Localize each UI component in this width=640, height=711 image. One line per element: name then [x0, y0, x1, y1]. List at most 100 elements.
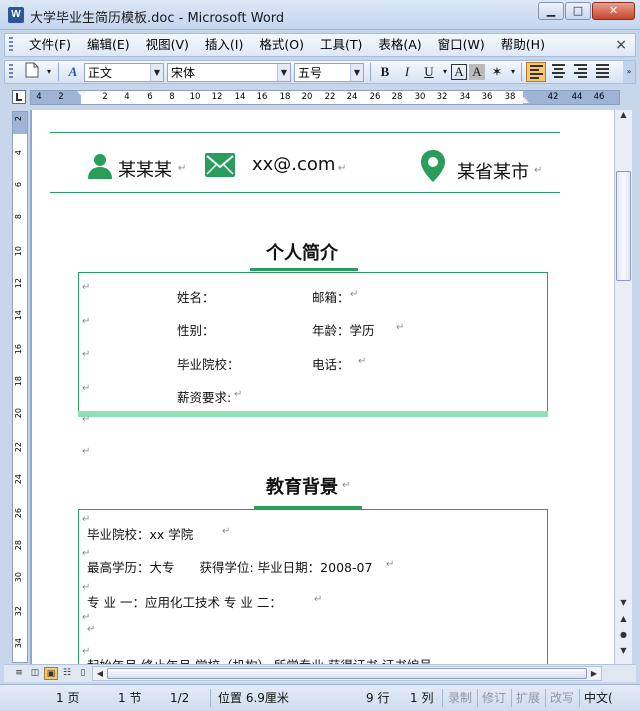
- chevron-down-icon[interactable]: ▼: [350, 63, 363, 81]
- ruler-tick-label: 8: [169, 92, 175, 102]
- edu-major: 专 业 一：应用化工技术 专 业 二：: [87, 595, 282, 610]
- scroll-left-icon[interactable]: ◀: [93, 667, 107, 680]
- previous-page-icon[interactable]: ▲: [615, 614, 632, 628]
- vruler-tick-label: 8: [14, 214, 23, 220]
- menu-tools[interactable]: 工具(T): [312, 34, 370, 56]
- menu-window[interactable]: 窗口(W): [430, 34, 493, 56]
- field-name: 姓名：: [177, 290, 215, 305]
- status-divider: [477, 689, 478, 707]
- web-layout-icon[interactable]: ◫: [28, 667, 42, 680]
- outline-view-icon[interactable]: ☷: [60, 667, 74, 680]
- vertical-scrollbar[interactable]: ▲ ▼ ▲ ● ▼: [614, 110, 632, 664]
- font-size-combo[interactable]: 五号 ▼: [294, 62, 364, 82]
- scroll-up-icon[interactable]: ▲: [615, 110, 632, 124]
- chevron-down-icon[interactable]: ▼: [150, 63, 163, 81]
- select-browse-object-icon[interactable]: ●: [615, 630, 632, 644]
- horizontal-ruler[interactable]: 4 2 2 4 6 8 10 12 14 16 18 20 22 24 26 2…: [30, 90, 620, 105]
- character-border-button[interactable]: A: [451, 64, 467, 80]
- close-button[interactable]: ✕: [592, 2, 635, 20]
- align-right-icon[interactable]: [570, 62, 590, 82]
- menu-bar: 文件(F) 编辑(E) 视图(V) 插入(I) 格式(O) 工具(T) 表格(A…: [4, 33, 636, 57]
- menu-help[interactable]: 帮助(H): [493, 34, 553, 56]
- window-controls: ▁ □ ✕: [538, 2, 635, 20]
- right-indent-marker[interactable]: [519, 97, 529, 103]
- paragraph-mark: ↵: [386, 559, 395, 570]
- field-salary: 薪资要求:: [177, 390, 232, 405]
- status-extend[interactable]: 扩展: [516, 690, 540, 707]
- status-track-changes[interactable]: 修订: [482, 690, 506, 707]
- paragraph-mark: ↵: [82, 282, 91, 293]
- effects-dropdown-icon[interactable]: ▾: [509, 62, 517, 82]
- toolbar-grip[interactable]: [9, 64, 13, 80]
- underline-dropdown-icon[interactable]: ▾: [441, 62, 449, 82]
- ruler-tick-label: 46: [593, 92, 605, 102]
- ruler-tick-label: 12: [211, 92, 223, 102]
- paragraph-mark: ↵: [82, 414, 91, 425]
- menu-insert[interactable]: 插入(I): [197, 34, 251, 56]
- status-position: 位置 6.9厘米: [218, 691, 289, 705]
- chevron-down-icon[interactable]: ▼: [277, 63, 290, 81]
- scroll-right-icon[interactable]: ▶: [587, 667, 601, 680]
- paragraph-mark: ↵: [82, 383, 91, 394]
- menu-edit[interactable]: 编辑(E): [79, 34, 138, 56]
- style-combo[interactable]: 正文 ▼: [84, 62, 164, 82]
- vruler-tick-label: 2: [14, 116, 23, 122]
- next-page-icon[interactable]: ▼: [615, 646, 632, 660]
- edu-school: 毕业院校：xx 学院: [87, 527, 194, 542]
- vruler-tick-label: 4: [14, 150, 23, 156]
- menu-file[interactable]: 文件(F): [21, 34, 79, 56]
- contact-email: xx@.com: [252, 154, 336, 175]
- vruler-tick-label: 10: [14, 246, 23, 257]
- status-divider: [210, 689, 211, 707]
- status-record[interactable]: 录制: [448, 690, 472, 707]
- horizontal-scroll-thumb[interactable]: [107, 668, 587, 679]
- underline-button[interactable]: U: [419, 62, 439, 82]
- character-shading-button[interactable]: A: [469, 64, 485, 80]
- overflow-arrow-icon[interactable]: ▾: [44, 62, 54, 82]
- align-left-icon[interactable]: [526, 62, 546, 82]
- new-document-icon[interactable]: [22, 62, 42, 82]
- field-phone: 电话：: [312, 357, 350, 372]
- scroll-down-icon[interactable]: ▼: [615, 598, 632, 612]
- menu-view[interactable]: 视图(V): [138, 34, 197, 56]
- ruler-tick-label: 2: [102, 92, 108, 102]
- justify-icon[interactable]: [592, 62, 612, 82]
- vertical-ruler[interactable]: 2 4 6 8 10 12 14 16 18 20 22 24 26 28 30…: [12, 111, 28, 663]
- ruler-tick-label: 36: [481, 92, 493, 102]
- first-line-indent-marker[interactable]: [77, 91, 87, 97]
- document-area[interactable]: 某某某 ↵ xx@.com ↵ 某省某市 ↵ 个人简介 ↵ 姓名： 邮箱： ↵ …: [30, 110, 614, 664]
- document-close-icon[interactable]: ×: [615, 37, 627, 53]
- toolbar-options-icon[interactable]: »: [623, 61, 635, 83]
- ruler-tick-label: 28: [391, 92, 403, 102]
- bold-button[interactable]: B: [375, 62, 395, 82]
- ruler-tick-label: 44: [571, 92, 583, 102]
- print-layout-icon[interactable]: ▣: [44, 667, 58, 680]
- status-language[interactable]: 中文(: [584, 690, 613, 707]
- status-overtype[interactable]: 改写: [550, 690, 574, 707]
- text-effects-icon[interactable]: ✶: [487, 62, 507, 82]
- styles-formatting-icon[interactable]: A: [63, 62, 83, 82]
- vruler-tick-label: 14: [14, 310, 23, 321]
- font-size-value: 五号: [298, 65, 323, 80]
- vruler-tick-label: 18: [14, 376, 23, 387]
- word-app-icon[interactable]: W: [8, 7, 24, 23]
- document-page[interactable]: 某某某 ↵ xx@.com ↵ 某省某市 ↵ 个人简介 ↵ 姓名： 邮箱： ↵ …: [32, 110, 614, 664]
- mail-icon: [205, 153, 235, 177]
- menu-format[interactable]: 格式(O): [251, 34, 312, 56]
- horizontal-scrollbar[interactable]: ◀ ▶: [92, 666, 602, 681]
- align-center-icon[interactable]: [548, 62, 568, 82]
- personal-info-box-bottom-bar: [78, 411, 548, 417]
- ruler-tick-label: 42: [547, 92, 559, 102]
- toolbar-separator: [58, 63, 59, 81]
- font-combo[interactable]: 宋体 ▼: [167, 62, 291, 82]
- window-title: 大学毕业生简历模板.doc - Microsoft Word: [30, 11, 285, 26]
- menubar-grip[interactable]: [9, 37, 13, 53]
- minimize-button[interactable]: ▁: [538, 2, 564, 20]
- maximize-button[interactable]: □: [565, 2, 591, 20]
- tab-selector-icon[interactable]: [12, 90, 26, 104]
- vertical-scroll-thumb[interactable]: [616, 171, 631, 281]
- italic-button[interactable]: I: [397, 62, 417, 82]
- reading-layout-icon[interactable]: ▯: [76, 667, 90, 680]
- normal-view-icon[interactable]: ≡: [12, 667, 26, 680]
- menu-table[interactable]: 表格(A): [370, 34, 429, 56]
